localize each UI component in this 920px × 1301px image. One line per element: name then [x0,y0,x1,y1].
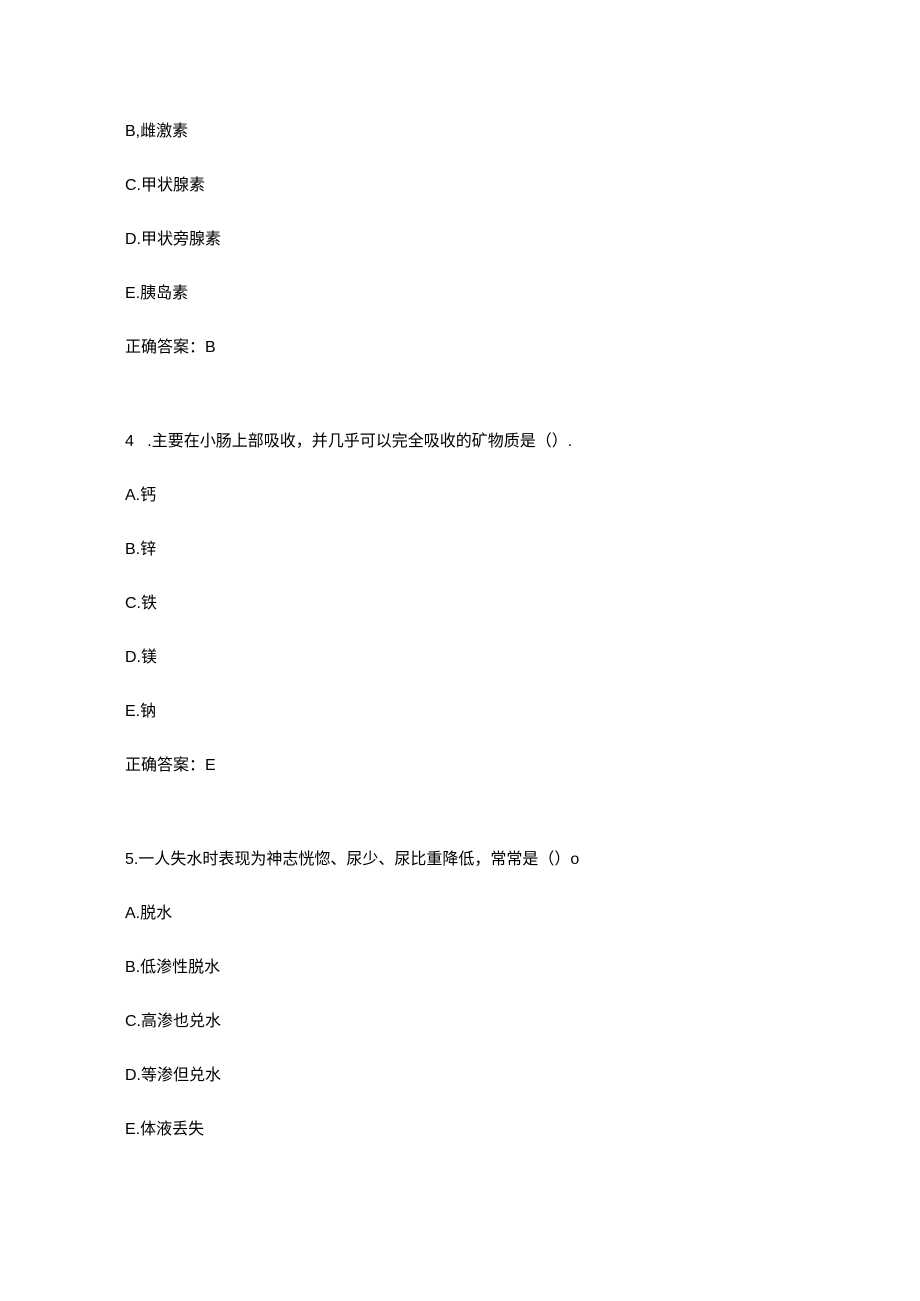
q4-option-e: E.钠 [125,700,795,724]
q4-option-c: C.铁 [125,592,795,616]
q5-option-c: C.高渗也兑水 [125,1010,795,1034]
q5-option-d: D.等渗但兑水 [125,1064,795,1088]
q4-option-b: B.锌 [125,538,795,562]
q3-option-d: D.甲状旁腺素 [125,228,795,252]
q5-option-b: B.低渗性脱水 [125,956,795,980]
q4-stem-text: .主要在小肠上部吸收，并几乎可以完全吸收的矿物质是（）. [147,433,572,450]
q3-option-e: E.胰岛素 [125,282,795,306]
q5-stem: 5.一人失水时表现为神志恍惚、尿少、尿比重降低，常常是（）o [125,848,795,872]
q3-option-c: C.甲状腺素 [125,174,795,198]
q4-answer: 正确答案：E [125,754,795,778]
q5-option-e: E.体液丢失 [125,1118,795,1142]
q3-option-b: B,雌激素 [125,120,795,144]
q4-number: 4 [125,433,134,450]
q4-option-a: A.钙 [125,484,795,508]
q5-option-a: A.脱水 [125,902,795,926]
q3-answer: 正确答案：B [125,336,795,360]
q4-option-d: D.镁 [125,646,795,670]
q4-stem: 4 .主要在小肠上部吸收，并几乎可以完全吸收的矿物质是（）. [125,430,795,454]
